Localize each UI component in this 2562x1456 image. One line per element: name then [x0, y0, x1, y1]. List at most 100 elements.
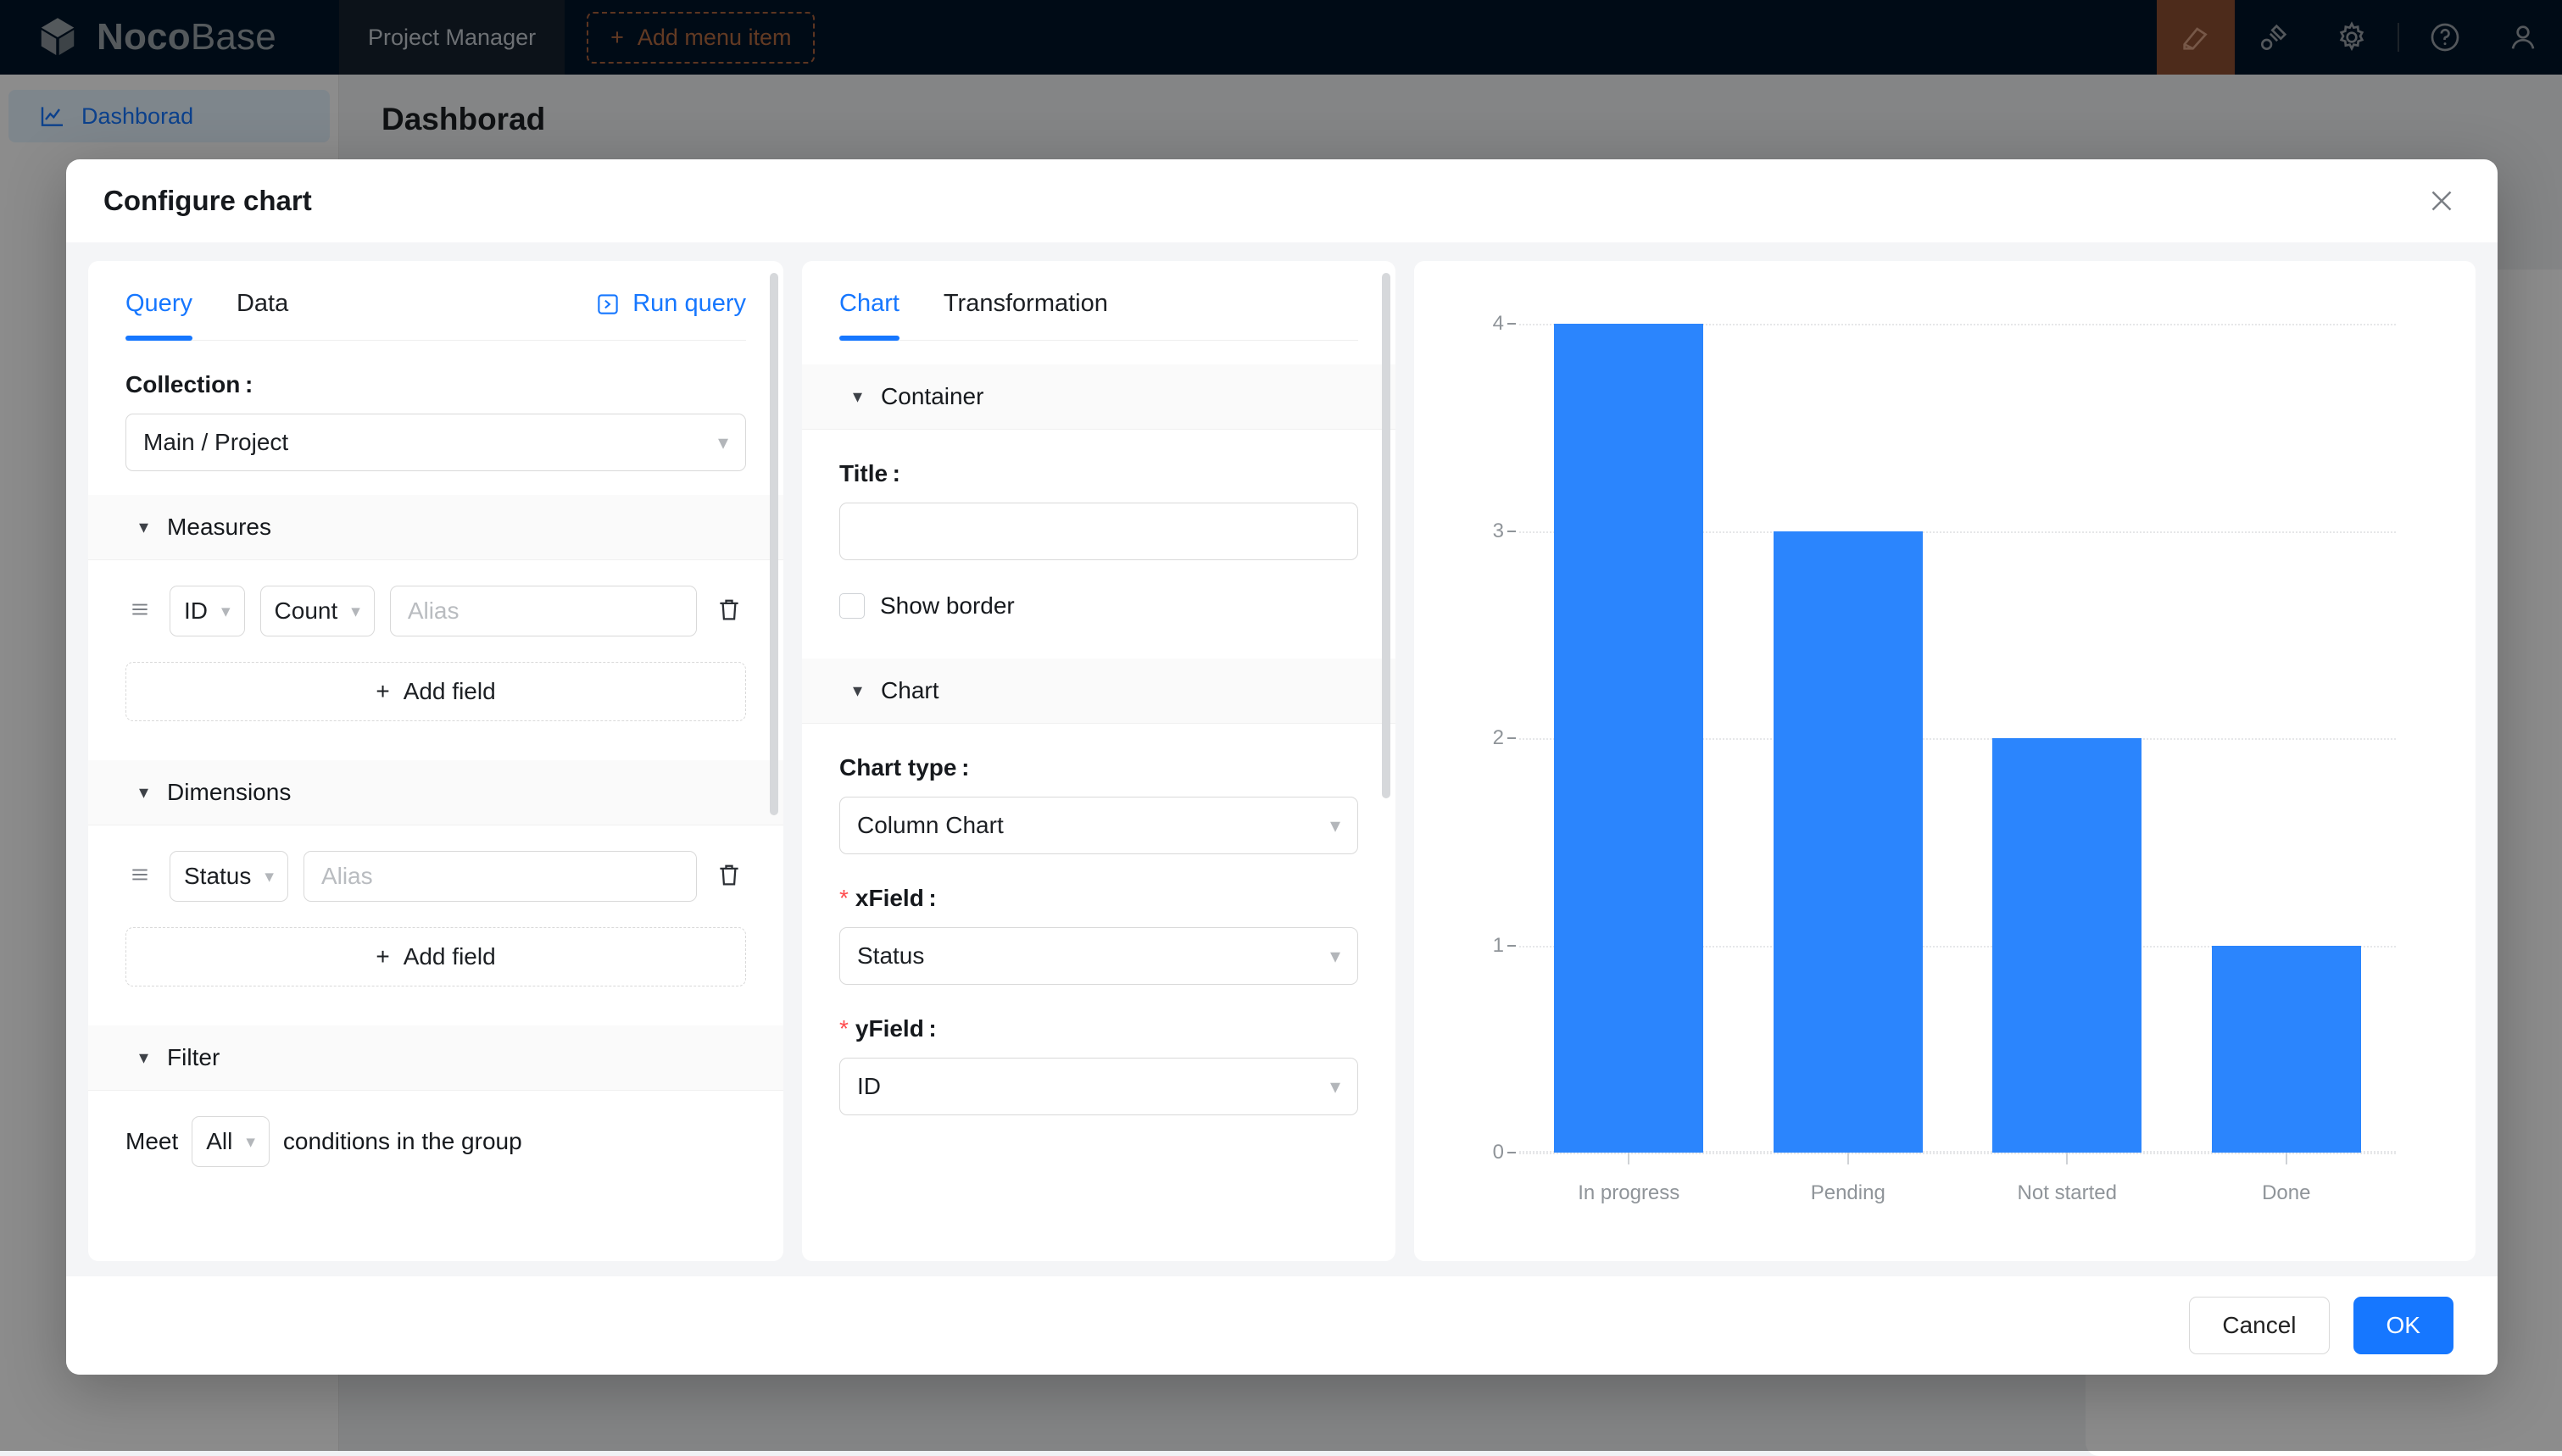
chevron-down-icon: ▾ — [139, 781, 148, 803]
chart-type-select[interactable]: Column Chart ▾ — [839, 797, 1358, 854]
y-axis-tick-label: 4 — [1493, 312, 1504, 336]
dimensions-add-field-button[interactable]: + Add field — [125, 927, 746, 986]
chart-preview-card: 01234In progressPendingNot startedDone — [1417, 273, 2472, 1248]
xfield-select[interactable]: Status ▾ — [839, 927, 1358, 985]
chevron-down-icon: ▾ — [139, 1047, 148, 1069]
dimension-field-select[interactable]: Status ▾ — [170, 851, 288, 902]
measures-add-field-button[interactable]: + Add field — [125, 662, 746, 721]
chart-config-panel-scrollbar[interactable] — [1382, 273, 1390, 798]
filter-suffix-label: conditions in the group — [283, 1128, 522, 1155]
yfield-value: ID — [857, 1073, 1330, 1100]
dimensions-add-field-label: Add field — [404, 943, 496, 970]
xfield-label: *xField : — [839, 885, 1358, 912]
filter-condition-line: Meet All ▾ conditions in the group — [125, 1091, 746, 1167]
container-title-input[interactable] — [839, 503, 1358, 560]
chevron-down-icon: ▾ — [1330, 944, 1340, 969]
plus-icon: + — [376, 678, 389, 705]
plus-icon: + — [376, 943, 389, 970]
filter-match-value: All — [206, 1128, 232, 1155]
drag-handle-icon[interactable] — [125, 598, 154, 625]
y-axis-tick-label: 1 — [1493, 934, 1504, 958]
chart-section-label: Chart — [881, 677, 938, 704]
query-panel-inner: Query Data Run query Collection : Main /… — [88, 261, 783, 1261]
x-axis-tick-label: Not started — [2018, 1181, 2117, 1205]
tab-chart[interactable]: Chart — [839, 261, 899, 340]
modal-body: Query Data Run query Collection : Main /… — [66, 242, 2498, 1276]
measure-alias-input[interactable]: Alias — [390, 586, 697, 636]
show-border-row: Show border — [839, 592, 1358, 620]
filter-match-select[interactable]: All ▾ — [192, 1116, 270, 1167]
x-axis-tick-mark — [2286, 1153, 2287, 1164]
collection-select[interactable]: Main / Project ▾ — [125, 414, 746, 471]
tab-query[interactable]: Query — [125, 261, 192, 340]
chart-bar[interactable] — [2212, 946, 2361, 1153]
run-query-button[interactable]: Run query — [595, 261, 746, 340]
x-axis-tick-label: Pending — [1811, 1181, 1885, 1205]
chevron-down-icon: ▾ — [221, 601, 231, 622]
measure-field-value: ID — [184, 597, 208, 625]
measure-aggregation-value: Count — [275, 597, 338, 625]
measure-aggregation-select[interactable]: Count ▾ — [260, 586, 375, 636]
chevron-down-icon: ▾ — [853, 680, 862, 702]
cancel-button[interactable]: Cancel — [2189, 1297, 2329, 1354]
run-query-icon — [595, 292, 621, 317]
tab-transformation[interactable]: Transformation — [944, 261, 1108, 340]
dimensions-section-header[interactable]: ▾ Dimensions — [88, 760, 783, 825]
dimension-alias-input[interactable]: Alias — [304, 851, 697, 902]
tab-data[interactable]: Data — [237, 261, 288, 340]
dimension-field-value: Status — [184, 863, 251, 890]
delete-measure-icon[interactable] — [712, 595, 746, 628]
configure-chart-modal: Configure chart Query Data Run query — [66, 159, 2498, 1375]
dimension-row: Status ▾ Alias — [125, 825, 746, 902]
ok-button[interactable]: OK — [2353, 1297, 2453, 1354]
x-axis-tick-mark — [1847, 1153, 1849, 1164]
collection-label: Collection : — [125, 371, 746, 398]
chart-type-value: Column Chart — [857, 812, 1330, 839]
query-tabs: Query Data Run query — [125, 261, 746, 341]
required-asterisk: * — [839, 885, 849, 911]
chart-section-header[interactable]: ▾ Chart — [802, 659, 1395, 724]
chevron-down-icon: ▾ — [139, 516, 148, 538]
chart-type-label: Chart type : — [839, 754, 1358, 781]
chevron-down-icon: ▾ — [1330, 814, 1340, 838]
chart-bar[interactable] — [1554, 324, 1703, 1153]
show-border-checkbox[interactable] — [839, 593, 865, 619]
x-axis-tick-mark — [2066, 1153, 2068, 1164]
drag-handle-icon[interactable] — [125, 864, 154, 890]
y-axis-tick-label: 3 — [1493, 520, 1504, 543]
measures-section-header[interactable]: ▾ Measures — [88, 495, 783, 560]
measure-field-select[interactable]: ID ▾ — [170, 586, 245, 636]
delete-dimension-icon[interactable] — [712, 860, 746, 893]
chart-bar[interactable] — [1774, 531, 1923, 1153]
run-query-label: Run query — [632, 290, 746, 318]
chart-bar[interactable] — [1992, 738, 2141, 1153]
filter-section-label: Filter — [167, 1044, 220, 1071]
filter-prefix-label: Meet — [125, 1128, 178, 1155]
container-section-header[interactable]: ▾ Container — [802, 364, 1395, 430]
chevron-down-icon: ▾ — [718, 431, 728, 455]
close-icon[interactable] — [2420, 179, 2464, 223]
chart-plot-area: 01234In progressPendingNot startedDone — [1519, 324, 2396, 1153]
modal-footer: Cancel OK — [66, 1276, 2498, 1375]
filter-section-header[interactable]: ▾ Filter — [88, 1025, 783, 1091]
query-panel: Query Data Run query Collection : Main /… — [88, 261, 783, 1261]
show-border-label: Show border — [880, 592, 1015, 620]
y-axis-tick-label: 0 — [1493, 1141, 1504, 1164]
measure-alias-placeholder: Alias — [408, 597, 459, 625]
chevron-down-icon: ▾ — [265, 866, 274, 887]
chart-config-panel-inner: Chart Transformation ▾ Container Title :… — [802, 261, 1395, 1261]
chevron-down-icon: ▾ — [246, 1131, 255, 1153]
chart-config-tabs: Chart Transformation — [839, 261, 1358, 341]
x-axis-tick-mark — [1628, 1153, 1629, 1164]
chart-preview-panel: 01234In progressPendingNot startedDone — [1414, 261, 2476, 1261]
collection-value: Main / Project — [143, 429, 718, 456]
chevron-down-icon: ▾ — [351, 601, 360, 622]
chevron-down-icon: ▾ — [1330, 1075, 1340, 1099]
required-asterisk: * — [839, 1015, 849, 1042]
chart-config-panel: Chart Transformation ▾ Container Title :… — [802, 261, 1395, 1261]
modal-header: Configure chart — [66, 159, 2498, 242]
query-panel-scrollbar[interactable] — [770, 273, 778, 815]
yfield-select[interactable]: ID ▾ — [839, 1058, 1358, 1115]
measure-row: ID ▾ Count ▾ Alias — [125, 560, 746, 636]
container-section-label: Container — [881, 383, 983, 410]
